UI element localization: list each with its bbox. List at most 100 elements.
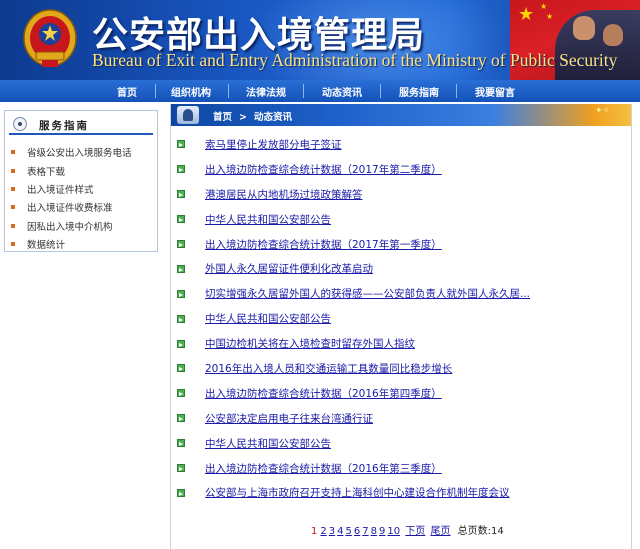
list-item: 公安部与上海市政府召开支持上海科创中心建设合作机制年度会议: [171, 480, 631, 505]
green-arrow-icon: [177, 488, 185, 497]
sidebar-item-label: 数据统计: [27, 240, 66, 252]
sidebar-title: 服务指南: [39, 120, 89, 132]
green-arrow-icon: [177, 389, 185, 398]
flag-star-icon: ★: [518, 4, 535, 25]
sidebar-item-document-samples[interactable]: 出入境证件样式: [11, 180, 132, 198]
sidebar-item-statistics[interactable]: 数据统计: [11, 235, 132, 253]
breadcrumb-current[interactable]: 动态资讯: [254, 112, 292, 123]
page-link[interactable]: 10: [387, 526, 400, 537]
total-pages: 总页数:14: [457, 526, 504, 537]
sidebar-item-form-download[interactable]: 表格下载: [11, 161, 132, 179]
list-item: 外国人永久居留证件便利化改革启动: [171, 256, 631, 281]
nav-item-news[interactable]: 动态资讯: [322, 84, 362, 99]
news-link[interactable]: 索马里停止发放部分电子签证: [205, 137, 342, 152]
nav-item-message[interactable]: 我要留言: [475, 84, 515, 99]
sidebar-item-label: 省级公安出入境服务电话: [27, 148, 132, 160]
sidebar-item-service-phone[interactable]: 省级公安出入境服务电话: [11, 143, 132, 161]
green-arrow-icon: [177, 190, 185, 199]
news-link[interactable]: 出入境边防检查综合统计数据（2016年第三季度）: [205, 461, 442, 476]
orange-square-bullet-icon: [11, 150, 15, 155]
page-link[interactable]: 3: [329, 526, 335, 537]
news-link[interactable]: 中华人民共和国公安部公告: [205, 436, 331, 451]
breadcrumb-bar: 首页 > 动态资讯 ✦✧: [171, 104, 631, 126]
green-arrow-icon: [177, 140, 185, 149]
green-arrow-icon: [177, 264, 185, 273]
nav-item-organization[interactable]: 组织机构: [171, 84, 211, 99]
green-arrow-icon: [177, 314, 185, 323]
nav-separator: [228, 84, 229, 98]
page-link[interactable]: 4: [337, 526, 343, 537]
orange-square-bullet-icon: [11, 205, 15, 210]
main-content: 首页 > 动态资讯 ✦✧ 索马里停止发放部分电子签证 出入境边防检查综合统计数据（2…: [170, 104, 632, 549]
news-link[interactable]: 港澳居民从内地机场过境政策解答: [205, 187, 363, 202]
sidebar-item-agencies[interactable]: 因私出入境中介机构: [11, 217, 132, 235]
list-item: 切实增强永久居留外国人的获得感——公安部负责人就外国人永久居...: [171, 281, 631, 306]
page-link[interactable]: 8: [371, 526, 377, 537]
list-item: 中国边检机关将在入境检查时留存外国人指纹: [171, 331, 631, 356]
nav-separator: [456, 84, 457, 98]
list-item: 出入境边防检查综合统计数据（2016年第三季度）: [171, 456, 631, 481]
pagination: 1 2 3 4 5 6 7 8 9 10 下页 尾页 总页数:14: [311, 522, 504, 537]
breadcrumb: 首页 > 动态资讯: [213, 109, 292, 123]
orange-square-bullet-icon: [11, 223, 15, 228]
stars-decoration-icon: ✦✧: [595, 106, 611, 116]
sidebar-list: 省级公安出入境服务电话 表格下载 出入境证件样式 出入境证件收费标准 因私出入境…: [11, 143, 132, 253]
orange-square-bullet-icon: [11, 242, 15, 247]
list-item: 公安部决定启用电子往来台湾通行证: [171, 406, 631, 431]
news-link[interactable]: 出入境边防检查综合统计数据（2016年第四季度）: [205, 386, 442, 401]
next-page-link[interactable]: 下页: [405, 526, 425, 537]
news-link[interactable]: 出入境边防检查综合统计数据（2017年第二季度）: [205, 162, 442, 177]
sidebar-item-fee-standards[interactable]: 出入境证件收费标准: [11, 198, 132, 216]
news-link[interactable]: 公安部与上海市政府召开支持上海科创中心建设合作机制年度会议: [205, 485, 510, 500]
news-link[interactable]: 中国边检机关将在入境检查时留存外国人指纹: [205, 336, 415, 351]
list-item: 索马里停止发放部分电子签证: [171, 132, 631, 157]
orange-square-bullet-icon: [11, 186, 15, 191]
page-link[interactable]: 7: [362, 526, 368, 537]
main-nav: 首页 组织机构 法律法规 动态资讯 服务指南 我要留言: [0, 80, 640, 102]
list-item: 中华人民共和国公安部公告: [171, 431, 631, 456]
circle-bullet-icon: [13, 117, 27, 131]
news-link[interactable]: 中华人民共和国公安部公告: [205, 212, 331, 227]
green-arrow-icon: [177, 439, 185, 448]
page-link[interactable]: 2: [320, 526, 326, 537]
list-item: 港澳居民从内地机场过境政策解答: [171, 182, 631, 207]
nav-separator: [380, 84, 381, 98]
orange-square-bullet-icon: [11, 168, 15, 173]
list-item: 2016年出入境人员和交通运输工具数量同比稳步增长: [171, 356, 631, 381]
news-link[interactable]: 中华人民共和国公安部公告: [205, 311, 331, 326]
police-badge-icon: [177, 106, 199, 124]
sidebar-item-label: 表格下载: [27, 166, 66, 178]
flag-star-icon: ★: [540, 2, 548, 11]
list-item: 中华人民共和国公安部公告: [171, 207, 631, 232]
news-link[interactable]: 出入境边防检查综合统计数据（2017年第一季度）: [205, 237, 442, 252]
nav-item-laws[interactable]: 法律法规: [246, 84, 286, 99]
list-item: 出入境边防检查综合统计数据（2017年第二季度）: [171, 157, 631, 182]
national-police-emblem-icon[interactable]: [22, 8, 78, 70]
page-link[interactable]: 5: [346, 526, 352, 537]
list-item: 出入境边防检查综合统计数据（2017年第一季度）: [171, 232, 631, 257]
page-link[interactable]: 6: [354, 526, 360, 537]
page-link[interactable]: 9: [379, 526, 385, 537]
news-link[interactable]: 2016年出入境人员和交通运输工具数量同比稳步增长: [205, 361, 452, 376]
breadcrumb-home-link[interactable]: 首页: [213, 112, 232, 123]
nav-separator: [155, 84, 156, 98]
news-link[interactable]: 外国人永久居留证件便利化改革启动: [205, 261, 373, 276]
list-item: 中华人民共和国公安部公告: [171, 306, 631, 331]
green-arrow-icon: [177, 215, 185, 224]
green-arrow-icon: [177, 339, 185, 348]
page-current: 1: [311, 526, 318, 537]
last-page-link[interactable]: 尾页: [430, 526, 450, 537]
flag-star-icon: ★: [546, 12, 554, 21]
green-arrow-icon: [177, 240, 185, 248]
service-guide-sidebar: 服务指南 省级公安出入境服务电话 表格下载 出入境证件样式 出入境证件收费标准 …: [4, 110, 158, 252]
news-link[interactable]: 公安部决定启用电子往来台湾通行证: [205, 411, 373, 426]
green-arrow-icon: [177, 165, 185, 174]
news-link[interactable]: 切实增强永久居留外国人的获得感——公安部负责人就外国人永久居...: [205, 286, 530, 301]
green-arrow-icon: [177, 289, 185, 298]
list-item: 出入境边防检查综合统计数据（2016年第四季度）: [171, 381, 631, 406]
nav-item-service-guide[interactable]: 服务指南: [399, 84, 439, 99]
green-arrow-icon: [177, 364, 185, 373]
nav-item-home[interactable]: 首页: [117, 84, 137, 99]
green-arrow-icon: [177, 414, 185, 423]
breadcrumb-separator: >: [239, 112, 247, 123]
